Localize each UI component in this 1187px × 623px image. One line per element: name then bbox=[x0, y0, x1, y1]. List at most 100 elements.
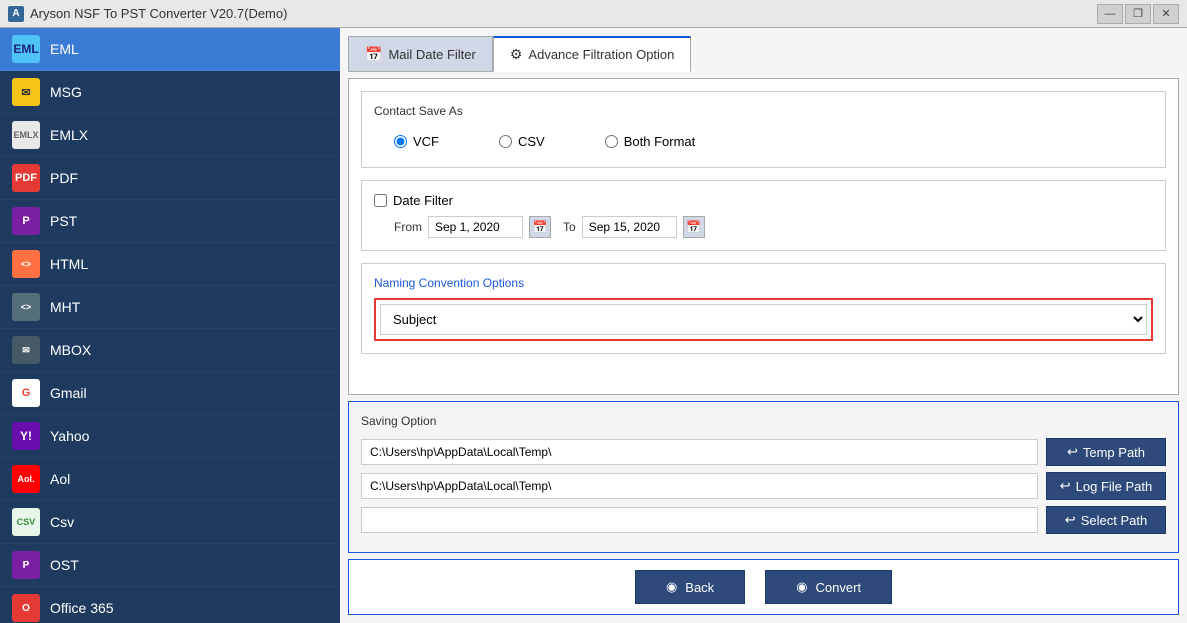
log-file-row: ↩ Log File Path bbox=[361, 472, 1166, 500]
pst-icon: P bbox=[12, 207, 40, 235]
sidebar-item-aol-label: Aol bbox=[50, 471, 70, 487]
select-path-icon: ↩ bbox=[1065, 512, 1076, 528]
contact-save-as-label: Contact Save As bbox=[374, 104, 1153, 118]
select-path-button[interactable]: ↩ Select Path bbox=[1046, 506, 1166, 534]
sidebar-item-office365[interactable]: O Office 365 bbox=[0, 587, 340, 623]
from-date-group: From 📅 bbox=[394, 216, 551, 238]
convert-button[interactable]: ◉ Convert bbox=[765, 570, 892, 604]
sidebar-item-office365-label: Office 365 bbox=[50, 600, 114, 616]
csv-label: CSV bbox=[518, 134, 545, 149]
sidebar-item-pst[interactable]: P PST bbox=[0, 200, 340, 243]
vcf-radio[interactable] bbox=[394, 135, 407, 148]
temp-path-row: ↩ Temp Path bbox=[361, 438, 1166, 466]
to-label: To bbox=[563, 220, 576, 234]
csv-radio[interactable] bbox=[499, 135, 512, 148]
contact-save-as-section: Contact Save As VCF CSV Both Format bbox=[361, 91, 1166, 168]
sidebar-item-mht-label: MHT bbox=[50, 299, 80, 315]
advance-filtration-icon: ⚙ bbox=[510, 46, 523, 63]
sidebar: EMLEML ✉ MSG EMLX EMLX PDFPDF P PST <> HTML <> MHT ✉… bbox=[0, 28, 340, 623]
sidebar-item-msg-label: MSG bbox=[50, 84, 82, 100]
sidebar-item-msg[interactable]: ✉ MSG bbox=[0, 71, 340, 114]
office365-icon: O bbox=[12, 594, 40, 622]
minimize-button[interactable]: — bbox=[1097, 4, 1123, 24]
from-calendar-button[interactable]: 📅 bbox=[529, 216, 551, 238]
vcf-label: VCF bbox=[413, 134, 439, 149]
emlx-icon: EMLX bbox=[12, 121, 40, 149]
maximize-button[interactable]: ❐ bbox=[1125, 4, 1151, 24]
sidebar-item-emlx[interactable]: EMLX EMLX bbox=[0, 114, 340, 157]
csv-radio-item[interactable]: CSV bbox=[499, 134, 545, 149]
vcf-radio-item[interactable]: VCF bbox=[394, 134, 439, 149]
gmail-icon: G bbox=[12, 379, 40, 407]
sidebar-item-pdf[interactable]: PDFPDF bbox=[0, 157, 340, 200]
back-icon: ◉ bbox=[666, 579, 677, 595]
saving-option-section: Saving Option ↩ Temp Path ↩ Log File Pat… bbox=[348, 401, 1179, 553]
from-label: From bbox=[394, 220, 422, 234]
to-calendar-button[interactable]: 📅 bbox=[683, 216, 705, 238]
sidebar-item-csv[interactable]: CSV Csv bbox=[0, 501, 340, 544]
sidebar-item-pst-label: PST bbox=[50, 213, 77, 229]
right-panel: 📅 Mail Date Filter ⚙ Advance Filtration … bbox=[340, 28, 1187, 623]
sidebar-item-csv-label: Csv bbox=[50, 514, 74, 530]
sidebar-item-gmail[interactable]: G Gmail bbox=[0, 372, 340, 415]
log-file-path-button[interactable]: ↩ Log File Path bbox=[1046, 472, 1166, 500]
ost-icon: P bbox=[12, 551, 40, 579]
naming-dropdown-wrapper: Subject Date From To Subject+Date bbox=[374, 298, 1153, 341]
log-file-input[interactable] bbox=[361, 473, 1038, 499]
mht-icon: <> bbox=[12, 293, 40, 321]
mbox-icon: ✉ bbox=[12, 336, 40, 364]
convert-label: Convert bbox=[816, 580, 862, 595]
pdf-icon: PDF bbox=[12, 164, 40, 192]
both-format-radio-item[interactable]: Both Format bbox=[605, 134, 696, 149]
sidebar-item-aol[interactable]: Aol. Aol bbox=[0, 458, 340, 501]
date-filter-label: Date Filter bbox=[393, 193, 453, 208]
date-filter-checkbox-label[interactable]: Date Filter bbox=[374, 193, 1153, 208]
to-date-input[interactable] bbox=[582, 216, 677, 238]
temp-path-button[interactable]: ↩ Temp Path bbox=[1046, 438, 1166, 466]
from-date-input[interactable] bbox=[428, 216, 523, 238]
contact-save-as-radio-group: VCF CSV Both Format bbox=[374, 128, 1153, 155]
sidebar-item-ost[interactable]: P OST bbox=[0, 544, 340, 587]
msg-icon: ✉ bbox=[12, 78, 40, 106]
aol-icon: Aol. bbox=[12, 465, 40, 493]
tab-advance-filtration-label: Advance Filtration Option bbox=[528, 47, 674, 62]
sidebar-item-html-label: HTML bbox=[50, 256, 88, 272]
csv-icon: CSV bbox=[12, 508, 40, 536]
naming-convention-select[interactable]: Subject Date From To Subject+Date bbox=[380, 304, 1147, 335]
sidebar-item-gmail-label: Gmail bbox=[50, 385, 87, 401]
temp-path-input[interactable] bbox=[361, 439, 1038, 465]
sidebar-item-html[interactable]: <> HTML bbox=[0, 243, 340, 286]
sidebar-item-mht[interactable]: <> MHT bbox=[0, 286, 340, 329]
bottom-bar: ◉ Back ◉ Convert bbox=[348, 559, 1179, 615]
html-icon: <> bbox=[12, 250, 40, 278]
log-file-path-label: Log File Path bbox=[1076, 479, 1153, 494]
both-radio[interactable] bbox=[605, 135, 618, 148]
sidebar-item-eml[interactable]: EMLEML bbox=[0, 28, 340, 71]
content-area: Contact Save As VCF CSV Both Format bbox=[348, 78, 1179, 395]
close-button[interactable]: ✕ bbox=[1153, 4, 1179, 24]
tabs: 📅 Mail Date Filter ⚙ Advance Filtration … bbox=[348, 36, 1179, 72]
date-inputs: From 📅 To 📅 bbox=[374, 216, 1153, 238]
yahoo-icon: Y! bbox=[12, 422, 40, 450]
sidebar-item-emlx-label: EMLX bbox=[50, 127, 88, 143]
title-bar: A Aryson NSF To PST Converter V20.7(Demo… bbox=[0, 0, 1187, 28]
sidebar-item-mbox[interactable]: ✉ MBOX bbox=[0, 329, 340, 372]
app-icon: A bbox=[8, 6, 24, 22]
back-button[interactable]: ◉ Back bbox=[635, 570, 745, 604]
naming-convention-label: Naming Convention Options bbox=[374, 276, 1153, 290]
tab-advance-filtration[interactable]: ⚙ Advance Filtration Option bbox=[493, 36, 692, 72]
select-path-label: Select Path bbox=[1081, 513, 1148, 528]
tab-mail-date-filter[interactable]: 📅 Mail Date Filter bbox=[348, 36, 493, 72]
select-path-input[interactable] bbox=[361, 507, 1038, 533]
convert-icon: ◉ bbox=[796, 579, 807, 595]
eml-icon: EML bbox=[12, 35, 40, 63]
back-label: Back bbox=[685, 580, 714, 595]
sidebar-item-yahoo[interactable]: Y!Yahoo bbox=[0, 415, 340, 458]
sidebar-item-ost-label: OST bbox=[50, 557, 79, 573]
title-bar-left: A Aryson NSF To PST Converter V20.7(Demo… bbox=[8, 6, 287, 22]
saving-option-label: Saving Option bbox=[361, 414, 1166, 428]
sidebar-item-mbox-label: MBOX bbox=[50, 342, 91, 358]
date-filter-checkbox[interactable] bbox=[374, 194, 387, 207]
temp-path-icon: ↩ bbox=[1067, 444, 1078, 460]
mail-date-filter-icon: 📅 bbox=[365, 46, 382, 63]
